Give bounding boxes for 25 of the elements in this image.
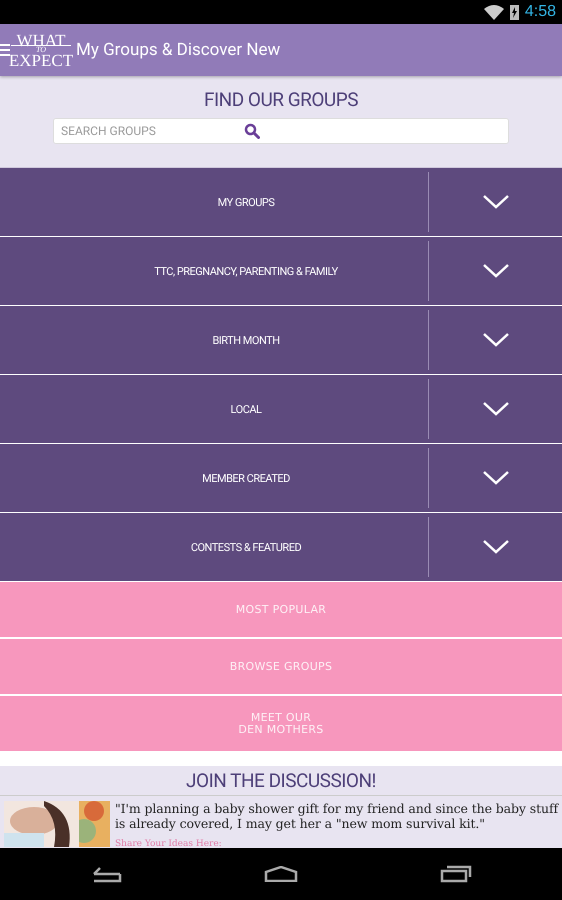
chevron-icon	[482, 540, 508, 554]
wifi-icon	[484, 4, 504, 20]
status-time: 4:58	[524, 3, 556, 21]
category-row[interactable]: BIRTH MONTH	[0, 306, 562, 375]
category-row[interactable]: TTC, PREGNANCY, PARENTING & FAMILY	[0, 237, 562, 306]
chevron-icon	[482, 402, 508, 416]
chevron-icon	[482, 333, 508, 347]
search-field[interactable]: SEARCH GROUPS	[53, 118, 509, 144]
search-icon[interactable]	[244, 123, 260, 139]
chevron-icon	[482, 471, 508, 485]
menu-icon[interactable]	[0, 44, 10, 56]
section-heading: FIND OUR GROUPS	[204, 88, 358, 111]
battery-icon	[510, 4, 519, 20]
chevron-icon	[482, 195, 508, 209]
category-row[interactable]: MY GROUPS	[0, 168, 562, 237]
category-row[interactable]: LOCAL	[0, 375, 562, 444]
logo-text: EXPECT	[8, 52, 74, 68]
category-row[interactable]: MEMBER CREATED	[0, 444, 562, 513]
home-icon[interactable]	[264, 866, 298, 882]
category-row[interactable]: CONTESTS & FEATURED	[0, 513, 562, 582]
post-quote: "I'm planning a baby shower gift for my friend and since the baby stuff is already covered, I may get her a "new mom survival kit."	[115, 801, 558, 831]
screen-title: My Groups & Discover New	[76, 40, 280, 60]
recent-apps-icon[interactable]	[440, 865, 472, 883]
chevron-icon	[482, 264, 508, 278]
section-heading: JOIN THE DISCUSSION!	[0, 766, 562, 796]
